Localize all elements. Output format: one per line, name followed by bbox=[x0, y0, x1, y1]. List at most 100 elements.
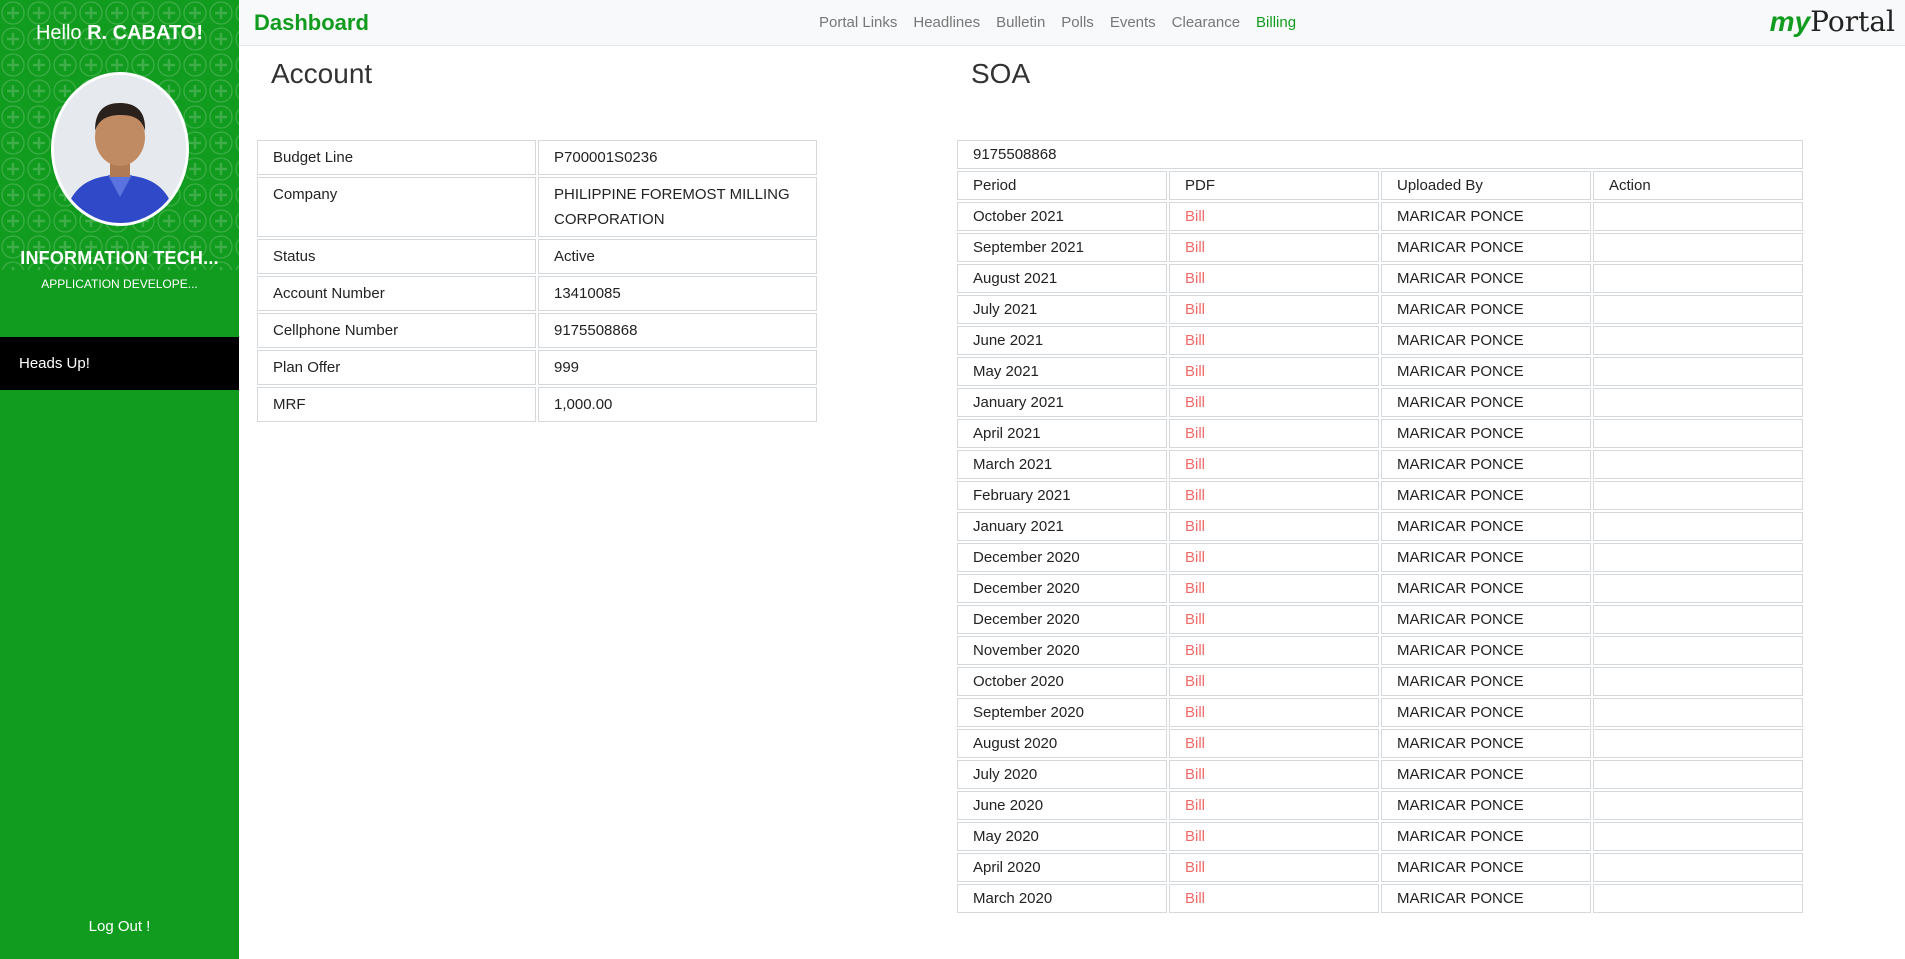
bill-link[interactable]: Bill bbox=[1185, 332, 1205, 349]
bill-link[interactable]: Bill bbox=[1185, 580, 1205, 597]
bill-link[interactable]: Bill bbox=[1185, 270, 1205, 287]
bill-link[interactable]: Bill bbox=[1185, 766, 1205, 783]
bill-link[interactable]: Bill bbox=[1185, 363, 1205, 380]
avatar bbox=[51, 72, 189, 226]
action-cell bbox=[1593, 264, 1803, 293]
table-row: January 2021 Bill MARICAR PONCE bbox=[957, 512, 1803, 541]
bill-link[interactable]: Bill bbox=[1185, 549, 1205, 566]
bill-link[interactable]: Bill bbox=[1185, 456, 1205, 473]
uploaded-by-cell: MARICAR PONCE bbox=[1381, 667, 1591, 696]
logout-button[interactable]: Log Out ! bbox=[0, 918, 239, 935]
pdf-cell: Bill bbox=[1169, 605, 1379, 634]
bill-link[interactable]: Bill bbox=[1185, 239, 1205, 256]
uploaded-by-cell: MARICAR PONCE bbox=[1381, 481, 1591, 510]
sidebar: Hello R. CABATO! INFORMATION TECH... APP… bbox=[0, 0, 239, 959]
period-cell: June 2020 bbox=[957, 791, 1167, 820]
job-role: APPLICATION DEVELOPE... bbox=[41, 277, 198, 291]
bill-link[interactable]: Bill bbox=[1185, 394, 1205, 411]
dashboard-brand-link[interactable]: Dashboard bbox=[254, 10, 369, 36]
table-row: June 2021 Bill MARICAR PONCE bbox=[957, 326, 1803, 355]
bill-link[interactable]: Bill bbox=[1185, 859, 1205, 876]
nav-link-polls[interactable]: Polls bbox=[1061, 14, 1094, 31]
nav-links: Portal Links Headlines Bulletin Polls Ev… bbox=[819, 14, 1312, 31]
bill-link[interactable]: Bill bbox=[1185, 642, 1205, 659]
pdf-cell: Bill bbox=[1169, 233, 1379, 262]
uploaded-by-cell: MARICAR PONCE bbox=[1381, 388, 1591, 417]
logo-my: my bbox=[1769, 6, 1811, 37]
period-cell: April 2020 bbox=[957, 853, 1167, 882]
account-row: Budget Line P700001S0236 bbox=[257, 140, 817, 175]
uploaded-by-cell: MARICAR PONCE bbox=[1381, 264, 1591, 293]
table-row: May 2020 Bill MARICAR PONCE bbox=[957, 822, 1803, 851]
table-row: March 2021 Bill MARICAR PONCE bbox=[957, 450, 1803, 479]
period-cell: April 2021 bbox=[957, 419, 1167, 448]
nav-link-headlines[interactable]: Headlines bbox=[913, 14, 980, 31]
pdf-cell: Bill bbox=[1169, 450, 1379, 479]
period-cell: September 2020 bbox=[957, 698, 1167, 727]
bill-link[interactable]: Bill bbox=[1185, 301, 1205, 318]
bill-link[interactable]: Bill bbox=[1185, 735, 1205, 752]
account-field-value: 13410085 bbox=[538, 276, 817, 311]
bill-link[interactable]: Bill bbox=[1185, 797, 1205, 814]
pdf-cell: Bill bbox=[1169, 853, 1379, 882]
uploaded-by-cell: MARICAR PONCE bbox=[1381, 729, 1591, 758]
action-cell bbox=[1593, 295, 1803, 324]
nav-link-bulletin[interactable]: Bulletin bbox=[996, 14, 1045, 31]
bill-link[interactable]: Bill bbox=[1185, 704, 1205, 721]
period-cell: October 2020 bbox=[957, 667, 1167, 696]
uploaded-by-cell: MARICAR PONCE bbox=[1381, 791, 1591, 820]
action-cell bbox=[1593, 326, 1803, 355]
account-heading: Account bbox=[271, 58, 373, 89]
nav-link-portal-links[interactable]: Portal Links bbox=[819, 14, 897, 31]
heads-up-button[interactable]: Heads Up! bbox=[0, 337, 239, 390]
action-cell bbox=[1593, 202, 1803, 231]
account-field-label: Budget Line bbox=[257, 140, 536, 175]
uploaded-by-cell: MARICAR PONCE bbox=[1381, 326, 1591, 355]
bill-link[interactable]: Bill bbox=[1185, 673, 1205, 690]
period-cell: September 2021 bbox=[957, 233, 1167, 262]
table-row: July 2021 Bill MARICAR PONCE bbox=[957, 295, 1803, 324]
soa-header-row: Period PDF Uploaded By Action bbox=[957, 171, 1803, 200]
period-cell: March 2020 bbox=[957, 884, 1167, 913]
period-cell: August 2021 bbox=[957, 264, 1167, 293]
nav-link-events[interactable]: Events bbox=[1110, 14, 1156, 31]
header-action: Action bbox=[1593, 171, 1803, 200]
nav-link-clearance[interactable]: Clearance bbox=[1172, 14, 1240, 31]
bill-link[interactable]: Bill bbox=[1185, 890, 1205, 907]
action-cell bbox=[1593, 512, 1803, 541]
nav-link-billing[interactable]: Billing bbox=[1256, 14, 1296, 31]
bill-link[interactable]: Bill bbox=[1185, 611, 1205, 628]
uploaded-by-cell: MARICAR PONCE bbox=[1381, 450, 1591, 479]
period-cell: December 2020 bbox=[957, 574, 1167, 603]
period-cell: January 2021 bbox=[957, 512, 1167, 541]
uploaded-by-cell: MARICAR PONCE bbox=[1381, 760, 1591, 789]
uploaded-by-cell: MARICAR PONCE bbox=[1381, 202, 1591, 231]
action-cell bbox=[1593, 388, 1803, 417]
bill-link[interactable]: Bill bbox=[1185, 208, 1205, 225]
bill-link[interactable]: Bill bbox=[1185, 425, 1205, 442]
period-cell: June 2021 bbox=[957, 326, 1167, 355]
action-cell bbox=[1593, 605, 1803, 634]
account-field-label: Company bbox=[257, 177, 536, 237]
pdf-cell: Bill bbox=[1169, 760, 1379, 789]
pdf-cell: Bill bbox=[1169, 419, 1379, 448]
uploaded-by-cell: MARICAR PONCE bbox=[1381, 574, 1591, 603]
logo-portal: Portal bbox=[1810, 5, 1895, 38]
bill-link[interactable]: Bill bbox=[1185, 828, 1205, 845]
table-row: December 2020 Bill MARICAR PONCE bbox=[957, 543, 1803, 572]
uploaded-by-cell: MARICAR PONCE bbox=[1381, 698, 1591, 727]
pdf-cell: Bill bbox=[1169, 357, 1379, 386]
uploaded-by-cell: MARICAR PONCE bbox=[1381, 853, 1591, 882]
soa-number-row: 9175508868 bbox=[957, 140, 1803, 169]
table-row: December 2020 Bill MARICAR PONCE bbox=[957, 574, 1803, 603]
account-row: Cellphone Number 9175508868 bbox=[257, 313, 817, 348]
bill-link[interactable]: Bill bbox=[1185, 518, 1205, 535]
table-row: January 2021 Bill MARICAR PONCE bbox=[957, 388, 1803, 417]
pdf-cell: Bill bbox=[1169, 512, 1379, 541]
action-cell bbox=[1593, 543, 1803, 572]
pdf-cell: Bill bbox=[1169, 729, 1379, 758]
action-cell bbox=[1593, 481, 1803, 510]
table-row: May 2021 Bill MARICAR PONCE bbox=[957, 357, 1803, 386]
bill-link[interactable]: Bill bbox=[1185, 487, 1205, 504]
header-pdf: PDF bbox=[1169, 171, 1379, 200]
